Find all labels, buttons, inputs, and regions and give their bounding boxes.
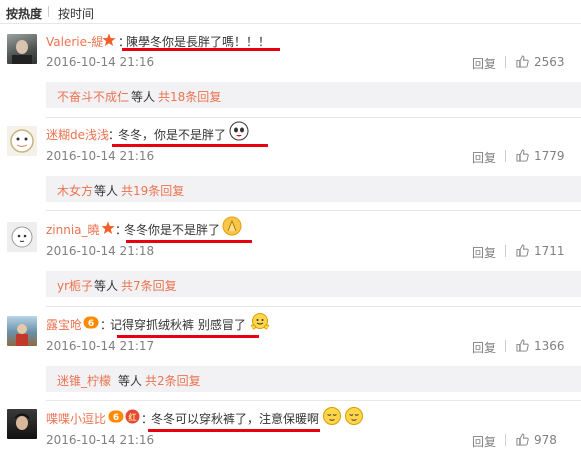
- separator: [505, 56, 506, 68]
- comment-nickname[interactable]: Valerie-緹: [46, 33, 103, 50]
- relieved-emoji: [345, 407, 363, 425]
- avatar-image: [10, 129, 34, 153]
- comment-nickname[interactable]: 喋喋小逗比: [46, 410, 106, 427]
- sub-reply-users[interactable]: 迷锥_柠檬: [57, 372, 111, 389]
- comment-nickname[interactable]: 迷糊de浅浅: [46, 126, 109, 143]
- red-underline: [126, 240, 252, 243]
- sub-reply-total-link[interactable]: 共19条回复: [121, 182, 184, 199]
- separator: [505, 434, 506, 446]
- avatar[interactable]: [7, 409, 37, 439]
- sub-replies-box: 木女方 等人 共19条回复: [46, 176, 581, 202]
- sub-reply-etc: 等人: [94, 184, 119, 198]
- comment-divider: [46, 306, 581, 307]
- avatar[interactable]: [7, 222, 37, 252]
- sub-reply-users[interactable]: 木女方: [57, 182, 93, 199]
- star-icon: [101, 221, 115, 234]
- sub-reply-total-link[interactable]: 共18条回复: [158, 88, 221, 105]
- avatar[interactable]: [7, 316, 37, 346]
- red-envelope-icon: 红: [125, 409, 140, 424]
- reply-button[interactable]: 回复: [472, 149, 496, 166]
- like-count: 2563: [534, 55, 565, 69]
- reply-button[interactable]: 回复: [472, 244, 496, 261]
- reply-button[interactable]: 回复: [472, 339, 496, 356]
- thumbs-up-icon[interactable]: [516, 433, 529, 446]
- comment-time: 2016-10-14 21:16: [46, 55, 155, 69]
- comment-time: 2016-10-14 21:16: [46, 433, 155, 447]
- sub-reply-etc: 等人: [118, 374, 143, 388]
- separator: [505, 150, 506, 162]
- thumbs-up-icon[interactable]: [516, 244, 529, 257]
- like-count: 978: [534, 433, 557, 447]
- sub-replies-box: yr栀子 等人 共7条回复: [46, 271, 581, 297]
- sub-reply-total-link[interactable]: 共2条回复: [145, 372, 201, 389]
- comment-nickname[interactable]: zinnia_曉: [46, 221, 100, 238]
- red-underline: [117, 335, 259, 338]
- sub-reply-users[interactable]: 不奋斗不成仁: [57, 88, 129, 105]
- star-icon: [102, 33, 116, 46]
- red-underline: [122, 48, 280, 51]
- vip-icon: 6: [108, 410, 124, 423]
- avatar-image: [11, 226, 33, 248]
- like-count: 1366: [534, 339, 565, 353]
- avatar-image: [16, 324, 28, 346]
- sub-reply-etc: 等人: [131, 90, 156, 104]
- red-underline: [112, 144, 268, 147]
- comment-time: 2016-10-14 21:17: [46, 339, 155, 353]
- doge-emoji: [229, 121, 249, 141]
- comment-nickname[interactable]: 露宝呛: [46, 316, 82, 333]
- sub-replies-box: 迷锥_柠檬 等人 共2条回复: [46, 366, 581, 392]
- comment-divider: [46, 400, 581, 401]
- avatar-image: [15, 413, 29, 430]
- reply-button[interactable]: 回复: [472, 55, 496, 72]
- tab-sort-by-hot[interactable]: 按热度: [6, 5, 42, 22]
- vip-icon: 6: [83, 316, 99, 329]
- relieved-emoji: [323, 407, 341, 425]
- like-count: 1779: [534, 149, 565, 163]
- svg-text:6: 6: [113, 413, 119, 423]
- comment-text: 冬冬你是不是胖了: [124, 223, 221, 237]
- avatar-image: [12, 40, 32, 64]
- separator: [505, 340, 506, 352]
- comment-time: 2016-10-14 21:16: [46, 149, 155, 163]
- reply-button[interactable]: 回复: [472, 433, 496, 450]
- comment-divider: [46, 210, 581, 211]
- thumbs-up-icon[interactable]: [516, 339, 529, 352]
- pray-emoji: [222, 216, 242, 236]
- red-underline: [148, 429, 320, 432]
- separator: [505, 245, 506, 257]
- like-count: 1711: [534, 244, 565, 258]
- sub-replies-box: 不奋斗不成仁 等人 共18条回复: [46, 82, 581, 108]
- comment-text: 记得穿抓绒秋裤 别感冒了: [110, 318, 246, 332]
- sub-reply-etc: 等人: [94, 279, 119, 293]
- comment-text: 冬冬可以穿秋裤了，注意保暖啊: [151, 412, 320, 426]
- hug-emoji: [250, 313, 270, 330]
- comment-time: 2016-10-14 21:18: [46, 244, 155, 258]
- thumbs-up-icon[interactable]: [516, 55, 529, 68]
- avatar[interactable]: [7, 34, 37, 64]
- comment-text: 冬冬，你是不是胖了: [118, 128, 227, 142]
- sub-reply-users[interactable]: yr栀子: [57, 277, 93, 294]
- sort-tabs: 按热度 按时间: [0, 0, 581, 24]
- tab-divider: [48, 6, 49, 17]
- svg-text:6: 6: [88, 319, 94, 329]
- sub-reply-total-link[interactable]: 共7条回复: [121, 277, 177, 294]
- svg-text:红: 红: [129, 412, 137, 422]
- comment-divider: [46, 117, 581, 118]
- thumbs-up-icon[interactable]: [516, 149, 529, 162]
- tab-sort-by-time[interactable]: 按时间: [58, 5, 94, 22]
- avatar[interactable]: [7, 126, 37, 156]
